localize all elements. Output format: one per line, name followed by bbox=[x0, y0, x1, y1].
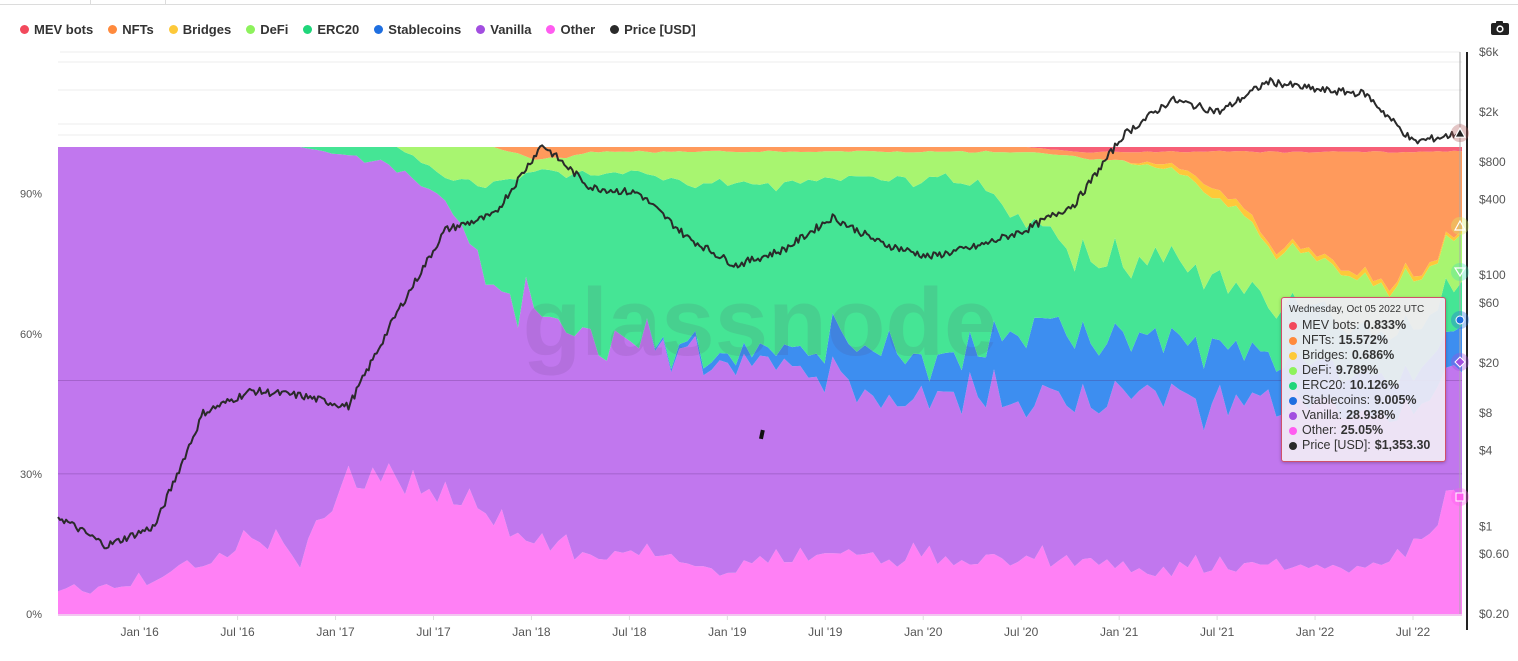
watermark: glassnode bbox=[523, 269, 998, 376]
x-tick-label: Jul '20 bbox=[1004, 625, 1039, 639]
tooltip-value: $1,353.30 bbox=[1374, 438, 1431, 452]
y-right-tick-label: $1 bbox=[1479, 519, 1493, 533]
tooltip-dot-icon bbox=[1289, 351, 1297, 360]
x-tick-label: Jul '21 bbox=[1200, 625, 1235, 639]
tooltip-value: 0.686% bbox=[1351, 348, 1395, 362]
tooltip-label: Price [USD]: bbox=[1302, 438, 1371, 452]
tooltip-row: Stablecoins: 9.005% bbox=[1289, 393, 1438, 408]
tooltip-value: 0.833% bbox=[1363, 318, 1407, 332]
tooltip-label: MEV bots: bbox=[1302, 318, 1360, 332]
x-tick-label: Jul '22 bbox=[1396, 625, 1431, 639]
tooltip-label: Bridges: bbox=[1302, 348, 1348, 362]
y-right-tick-label: $60 bbox=[1479, 296, 1499, 310]
x-tick-label: Jan '16 bbox=[120, 625, 159, 639]
x-tick-label: Jan '21 bbox=[1100, 625, 1139, 639]
tooltip-row: Bridges: 0.686% bbox=[1289, 348, 1438, 363]
tooltip-row: Vanilla: 28.938% bbox=[1289, 408, 1438, 423]
tooltip-row: Price [USD]: $1,353.30 bbox=[1289, 438, 1438, 453]
erc20-marker-halo bbox=[1451, 263, 1469, 281]
tooltip-dot-icon bbox=[1289, 441, 1297, 450]
stablecoins-marker bbox=[1455, 315, 1465, 325]
tooltip-label: Stablecoins: bbox=[1302, 393, 1371, 407]
tooltip-value: 9.005% bbox=[1374, 393, 1417, 407]
defi-marker-halo bbox=[1451, 217, 1469, 235]
chart-tooltip: Wednesday, Oct 05 2022 UTC MEV bots: 0.83… bbox=[1281, 297, 1446, 462]
tooltip-dot-icon bbox=[1289, 396, 1297, 405]
tooltip-label: Vanilla: bbox=[1302, 408, 1343, 422]
tooltip-dot-icon bbox=[1289, 321, 1297, 330]
y-left-tick-label: 60% bbox=[20, 329, 42, 341]
y-right-tick-label: $0.60 bbox=[1479, 547, 1509, 561]
x-tick-label: Jan '18 bbox=[512, 625, 551, 639]
x-tick-label: Jul '16 bbox=[220, 625, 255, 639]
y-right-tick-label: $6k bbox=[1479, 45, 1499, 59]
tooltip-value: 28.938% bbox=[1346, 408, 1396, 422]
tooltip-value: 9.789% bbox=[1335, 363, 1379, 377]
y-left-tick-label: 90% bbox=[20, 189, 42, 201]
x-tick-label: Jan '22 bbox=[1296, 625, 1335, 639]
y-right-tick-label: $20 bbox=[1479, 356, 1499, 370]
tooltip-dot-icon bbox=[1289, 336, 1297, 345]
y-right-tick-label: $400 bbox=[1479, 193, 1506, 207]
tooltip-date: Wednesday, Oct 05 2022 UTC bbox=[1289, 304, 1425, 315]
tooltip-dot-icon bbox=[1289, 381, 1297, 390]
tooltip-value: 15.572% bbox=[1338, 333, 1388, 347]
y-right-tick-label: $2k bbox=[1479, 105, 1499, 119]
other-marker bbox=[1455, 492, 1465, 502]
tooltip-label: DeFi: bbox=[1302, 363, 1332, 377]
tooltip-value: 25.05% bbox=[1340, 423, 1384, 437]
x-tick-label: Jul '19 bbox=[808, 625, 843, 639]
tooltip-row: DeFi: 9.789% bbox=[1289, 363, 1438, 378]
tooltip-dot-icon bbox=[1289, 426, 1297, 435]
tooltip-row: MEV bots: 0.833% bbox=[1289, 318, 1438, 333]
y-left-tick-label: 0% bbox=[26, 609, 42, 621]
y-right-tick-label: $8 bbox=[1479, 406, 1493, 420]
tooltip-dot-icon bbox=[1289, 411, 1297, 420]
y-right-tick-label: $4 bbox=[1479, 444, 1493, 458]
x-tick-label: Jan '17 bbox=[316, 625, 355, 639]
y-right-tick-label: $100 bbox=[1479, 268, 1506, 282]
tooltip-row: ERC20: 10.126% bbox=[1289, 378, 1438, 393]
tooltip-value: 10.126% bbox=[1349, 378, 1400, 392]
tooltip-dot-icon bbox=[1289, 366, 1297, 375]
x-tick-label: Jul '18 bbox=[612, 625, 647, 639]
tooltip-row: NFTs: 15.572% bbox=[1289, 333, 1438, 348]
x-tick-label: Jul '17 bbox=[416, 625, 451, 639]
y-right-tick-label: $800 bbox=[1479, 155, 1506, 169]
tooltip-row: Other: 25.05% bbox=[1289, 423, 1438, 438]
x-tick-label: Jan '20 bbox=[904, 625, 943, 639]
tooltip-label: Other: bbox=[1302, 423, 1337, 437]
y-left-tick-label: 30% bbox=[20, 469, 42, 481]
tooltip-label: ERC20: bbox=[1302, 378, 1346, 392]
y-right-tick-label: $0.20 bbox=[1479, 607, 1509, 621]
tooltip-label: NFTs: bbox=[1302, 333, 1335, 347]
x-tick-label: Jan '19 bbox=[708, 625, 747, 639]
